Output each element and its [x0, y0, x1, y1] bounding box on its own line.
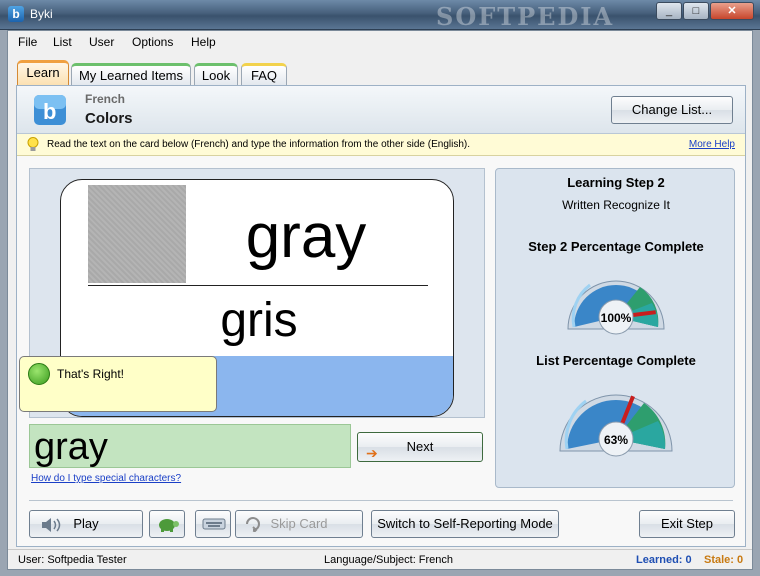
learning-step-subtitle: Written Recognize It — [562, 198, 670, 212]
keyboard-button[interactable] — [195, 510, 231, 538]
byki-app-icon: b — [8, 6, 24, 22]
menu-file[interactable]: File — [18, 35, 37, 49]
speaker-icon — [40, 516, 62, 542]
skip-card-button[interactable]: Skip Card — [235, 510, 363, 538]
window-controls: _ □ ✕ — [656, 2, 754, 20]
instruction-text: Read the text on the card below (French)… — [47, 139, 470, 150]
tab-faq[interactable]: FAQ — [241, 63, 287, 85]
learning-step-title: Learning Step 2 — [567, 175, 665, 190]
title-bar: b Byki SOFTPEDIA _ □ ✕ — [0, 0, 760, 31]
card-divider — [88, 285, 428, 286]
step-percentage-label: Step 2 Percentage Complete — [528, 239, 704, 254]
list-name: Colors — [85, 110, 133, 127]
maximize-button[interactable]: □ — [683, 2, 709, 20]
status-bar: User: Softpedia Tester Language/Subject:… — [8, 549, 752, 569]
more-help-link[interactable]: More Help — [689, 139, 735, 150]
minimize-button[interactable]: _ — [656, 2, 682, 20]
learn-panel: b French Colors Change List... Read the … — [16, 85, 746, 547]
softpedia-watermark: SOFTPEDIA — [436, 2, 615, 31]
status-user: User: Softpedia Tester — [18, 554, 127, 566]
tab-my-learned-items[interactable]: My Learned Items — [71, 63, 191, 85]
card-front-word: gray — [245, 202, 367, 271]
close-button[interactable]: ✕ — [710, 2, 754, 20]
list-percentage-label: List Percentage Complete — [536, 353, 696, 368]
special-characters-link[interactable]: How do I type special characters? — [31, 473, 181, 484]
menu-help[interactable]: Help — [191, 35, 216, 49]
svg-text:b: b — [43, 99, 56, 124]
feedback-bubble: That's Right! — [19, 356, 217, 412]
menu-user[interactable]: User — [89, 35, 114, 49]
arrow-right-icon: ➔ — [366, 445, 378, 461]
footer-divider — [29, 500, 733, 501]
next-label: Next — [406, 439, 434, 454]
menu-list[interactable]: List — [53, 35, 72, 49]
smiley-icon — [28, 363, 50, 385]
answer-input[interactable]: gray — [29, 424, 351, 468]
turtle-icon — [159, 519, 179, 532]
card-back-word: gris — [220, 294, 298, 347]
status-stale: Stale: 0 — [704, 554, 744, 566]
language-label: French — [85, 92, 126, 106]
step-percentage-value: 100% — [601, 311, 632, 325]
step-progress-gauge: 100% — [567, 280, 665, 335]
list-percentage-value: 63% — [604, 433, 628, 447]
play-label: Play — [73, 516, 99, 531]
status-language-subject: Language/Subject: French — [324, 554, 454, 566]
slow-playback-button[interactable] — [149, 510, 185, 538]
skip-icon — [246, 517, 260, 532]
skip-card-label: Skip Card — [270, 516, 328, 531]
window-title: Byki — [30, 7, 53, 21]
card-image — [88, 185, 186, 283]
status-learned: Learned: 0 — [636, 554, 692, 566]
tab-look[interactable]: Look — [194, 63, 238, 85]
menu-options[interactable]: Options — [132, 35, 173, 49]
self-reporting-mode-button[interactable]: Switch to Self-Reporting Mode — [371, 510, 559, 538]
lightbulb-icon — [27, 137, 39, 151]
byki-logo-icon: b — [34, 95, 66, 125]
list-header: b French Colors Change List... — [17, 86, 745, 134]
feedback-text: That's Right! — [57, 367, 124, 381]
app-window: File List User Options Help Learn My Lea… — [7, 30, 753, 570]
next-button[interactable]: ➔ Next — [357, 432, 483, 462]
keyboard-icon — [202, 518, 226, 530]
exit-step-button[interactable]: Exit Step — [639, 510, 735, 538]
play-button[interactable]: Play — [29, 510, 143, 538]
answer-value: gray — [34, 426, 108, 468]
progress-panel: Learning Step 2 Written Recognize It Ste… — [495, 168, 735, 488]
tab-learn[interactable]: Learn — [17, 60, 69, 86]
list-progress-gauge: 63% — [559, 394, 673, 457]
instruction-bar: Read the text on the card below (French)… — [17, 134, 745, 156]
menu-bar: File List User Options Help — [8, 31, 752, 53]
change-list-button[interactable]: Change List... — [611, 96, 733, 124]
